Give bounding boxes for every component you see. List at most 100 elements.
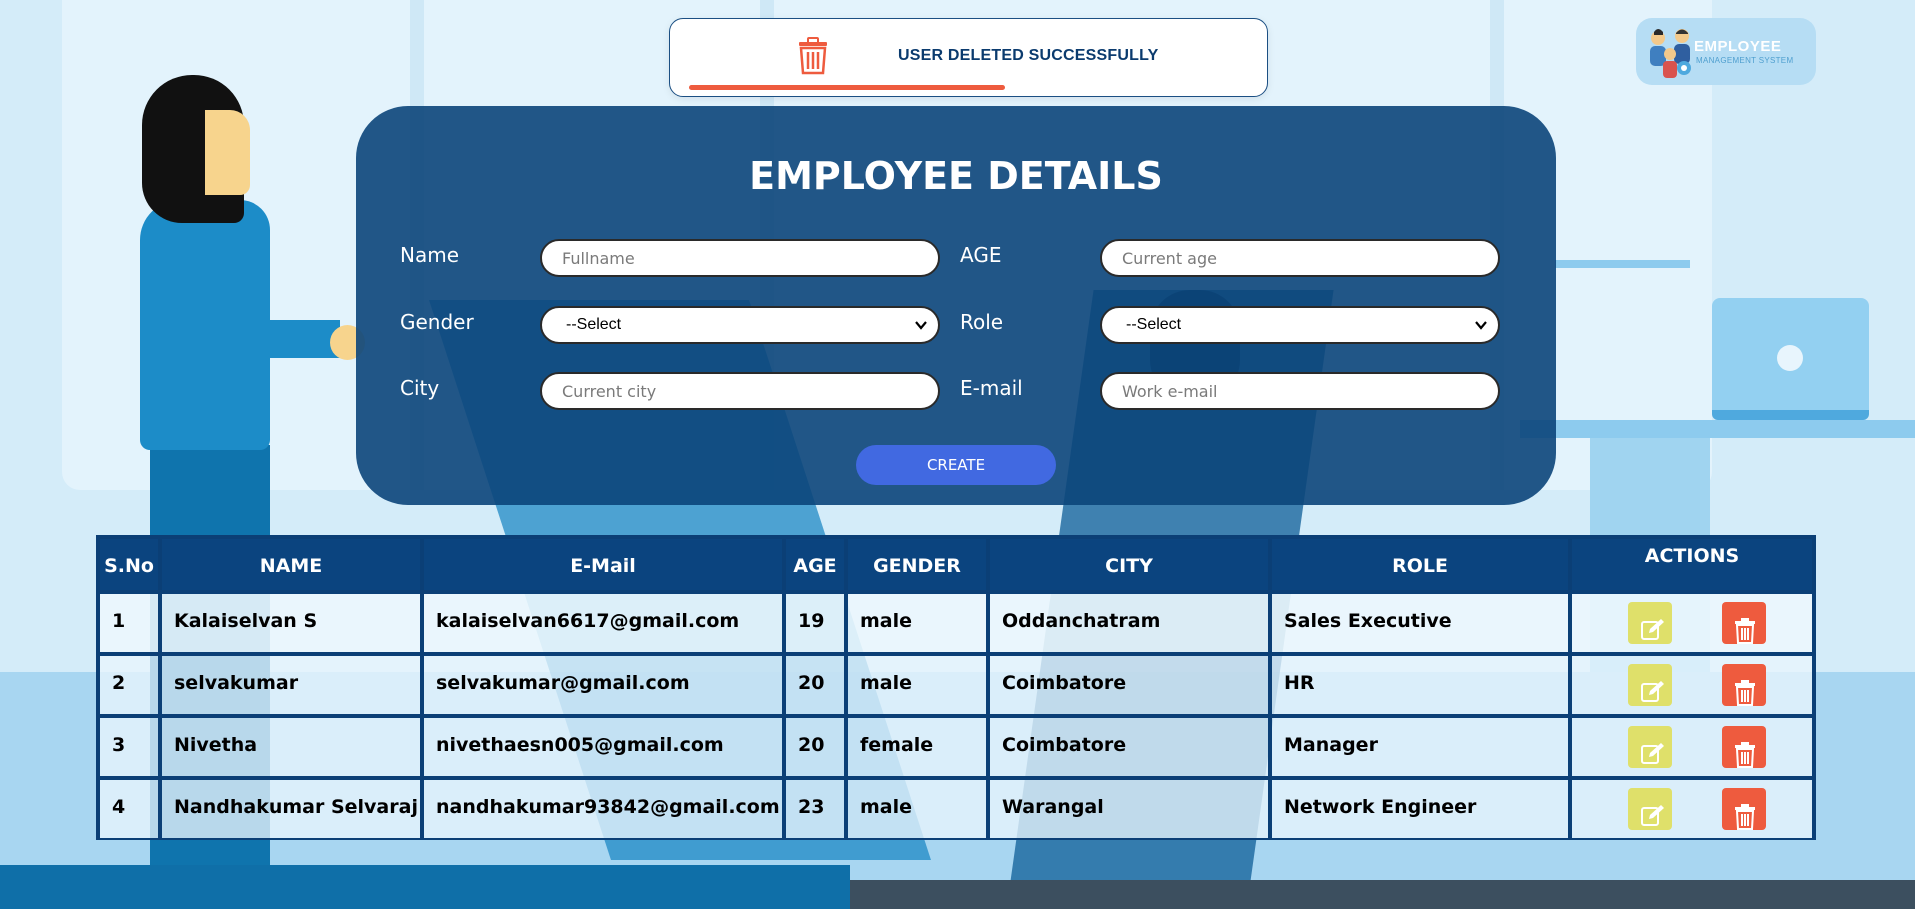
- age-cell-text: 20: [798, 672, 825, 694]
- city-cell-text: Oddanchatram: [1002, 610, 1161, 632]
- table-row-1-age-cell: 19: [784, 592, 846, 654]
- role-cell-text: Sales Executive: [1284, 610, 1452, 632]
- role-cell-text: Manager: [1284, 734, 1378, 756]
- age-cell-text: 19: [798, 610, 825, 632]
- table-header-label: GENDER: [873, 555, 961, 577]
- email-cell-text: kalaiselvan6617@gmail.com: [436, 610, 740, 632]
- email-label: E-mail: [960, 376, 1023, 400]
- sno-cell-text: 4: [112, 796, 126, 818]
- table-header-col-role: ROLE: [1270, 537, 1570, 592]
- table-row-2-sno-cell: 2: [98, 654, 160, 716]
- email-cell-text: nivethaesn005@gmail.com: [436, 734, 724, 756]
- name-label: Name: [400, 243, 460, 267]
- city-input[interactable]: [540, 372, 940, 410]
- table-row-2-email-cell: selvakumar@gmail.com: [422, 654, 784, 716]
- form-title: EMPLOYEE DETAILS: [749, 154, 1163, 198]
- notification-progress-bar: [689, 85, 1006, 90]
- table-row-3-age-cell: 20: [784, 716, 846, 778]
- table-row-2-age-cell: 20: [784, 654, 846, 716]
- edit-button[interactable]: [1628, 726, 1672, 768]
- table-row-2-city-cell: Coimbatore: [988, 654, 1270, 716]
- table-row-1-name-cell: Kalaiselvan S: [160, 592, 422, 654]
- table-row-3-email-cell: nivethaesn005@gmail.com: [422, 716, 784, 778]
- table-header-col-email: E-Mail: [422, 537, 784, 592]
- sno-cell-text: 2: [112, 672, 126, 694]
- age-cell-text: 20: [798, 734, 825, 756]
- gender-select[interactable]: --Select: [540, 306, 940, 344]
- gender-cell-text: male: [860, 672, 913, 694]
- table-row-1-role-cell: Sales Executive: [1270, 592, 1570, 654]
- table-row-4-email-cell: nandhakumar93842@gmail.com: [422, 778, 784, 840]
- edit-button[interactable]: [1628, 788, 1672, 830]
- role-select[interactable]: --Select: [1100, 306, 1500, 344]
- delete-button[interactable]: [1722, 602, 1766, 644]
- trash-icon: [1734, 618, 1756, 644]
- table-header-col-name: NAME: [160, 537, 422, 592]
- role-cell-text: HR: [1284, 672, 1315, 694]
- table-row-3-role-cell: Manager: [1270, 716, 1570, 778]
- edit-icon: [1640, 680, 1666, 704]
- table-row-1-email-cell: kalaiselvan6617@gmail.com: [422, 592, 784, 654]
- table-header-col-gender: GENDER: [846, 537, 988, 592]
- name-cell-text: selvakumar: [174, 672, 299, 694]
- table-header-label: NAME: [259, 555, 323, 577]
- table-row-2-actions-cell: [1570, 654, 1814, 716]
- table-header-label: ROLE: [1392, 555, 1448, 577]
- table-header-col-age: AGE: [784, 537, 846, 592]
- table-row-1-actions-cell: [1570, 592, 1814, 654]
- delete-button[interactable]: [1722, 726, 1766, 768]
- gender-select-value: --Select: [566, 316, 622, 333]
- table-header-label: ACTIONS: [1644, 545, 1740, 567]
- table-header-label: S.No: [104, 555, 154, 577]
- name-input[interactable]: [540, 239, 940, 277]
- edit-button[interactable]: [1628, 602, 1672, 644]
- edit-icon: [1640, 804, 1666, 828]
- name-cell-text: Kalaiselvan S: [174, 610, 318, 632]
- edit-button[interactable]: [1628, 664, 1672, 706]
- city-cell-text: Coimbatore: [1002, 734, 1127, 756]
- table-row-2-role-cell: HR: [1270, 654, 1570, 716]
- employee-details-form: EMPLOYEE DETAILS Name AGE Gender --Selec…: [356, 106, 1556, 505]
- notification-message: USER DELETED SUCCESSFULLY: [898, 47, 1159, 64]
- trash-icon: [1734, 742, 1756, 768]
- age-input[interactable]: [1100, 239, 1500, 277]
- table-row-2-name-cell: selvakumar: [160, 654, 422, 716]
- gender-cell-text: female: [860, 734, 934, 756]
- app-logo: EMPLOYEE MANAGEMENT SYSTEM: [1636, 18, 1816, 85]
- table-header-label: AGE: [793, 555, 837, 577]
- table-header-col-actions: ACTIONS: [1570, 537, 1814, 592]
- city-label: City: [400, 376, 440, 400]
- table-header-label: CITY: [1105, 555, 1153, 577]
- table-row-3-city-cell: Coimbatore: [988, 716, 1270, 778]
- role-cell-text: Network Engineer: [1284, 796, 1477, 818]
- table-row-1-gender-cell: male: [846, 592, 988, 654]
- table-row-4-city-cell: Warangal: [988, 778, 1270, 840]
- sno-cell-text: 3: [112, 734, 126, 756]
- city-cell-text: Coimbatore: [1002, 672, 1127, 694]
- table-row-3-name-cell: Nivetha: [160, 716, 422, 778]
- gender-cell-text: male: [860, 796, 913, 818]
- table-row-4-role-cell: Network Engineer: [1270, 778, 1570, 840]
- city-cell-text: Warangal: [1002, 796, 1104, 818]
- table-row-1-city-cell: Oddanchatram: [988, 592, 1270, 654]
- table-header-label: E-Mail: [570, 555, 636, 577]
- edit-icon: [1640, 742, 1666, 766]
- trash-icon: [1734, 804, 1756, 830]
- name-cell-text: Nandhakumar Selvaraj: [174, 796, 418, 818]
- email-input[interactable]: [1100, 372, 1500, 410]
- table-row-4-gender-cell: male: [846, 778, 988, 840]
- trash-icon: [1734, 680, 1756, 706]
- create-button[interactable]: CREATE: [856, 445, 1056, 485]
- logo-subtitle: MANAGEMENT SYSTEM: [1696, 56, 1794, 65]
- delete-button[interactable]: [1722, 788, 1766, 830]
- sno-cell-text: 1: [112, 610, 126, 632]
- table-row-4-actions-cell: [1570, 778, 1814, 840]
- table-row-4-name-cell: Nandhakumar Selvaraj: [160, 778, 422, 840]
- edit-icon: [1640, 618, 1666, 642]
- role-select-value: --Select: [1126, 316, 1182, 333]
- chevron-down-icon: [1475, 321, 1487, 330]
- table-row-2-gender-cell: male: [846, 654, 988, 716]
- email-cell-text: selvakumar@gmail.com: [436, 672, 690, 694]
- delete-button[interactable]: [1722, 664, 1766, 706]
- gender-cell-text: male: [860, 610, 913, 632]
